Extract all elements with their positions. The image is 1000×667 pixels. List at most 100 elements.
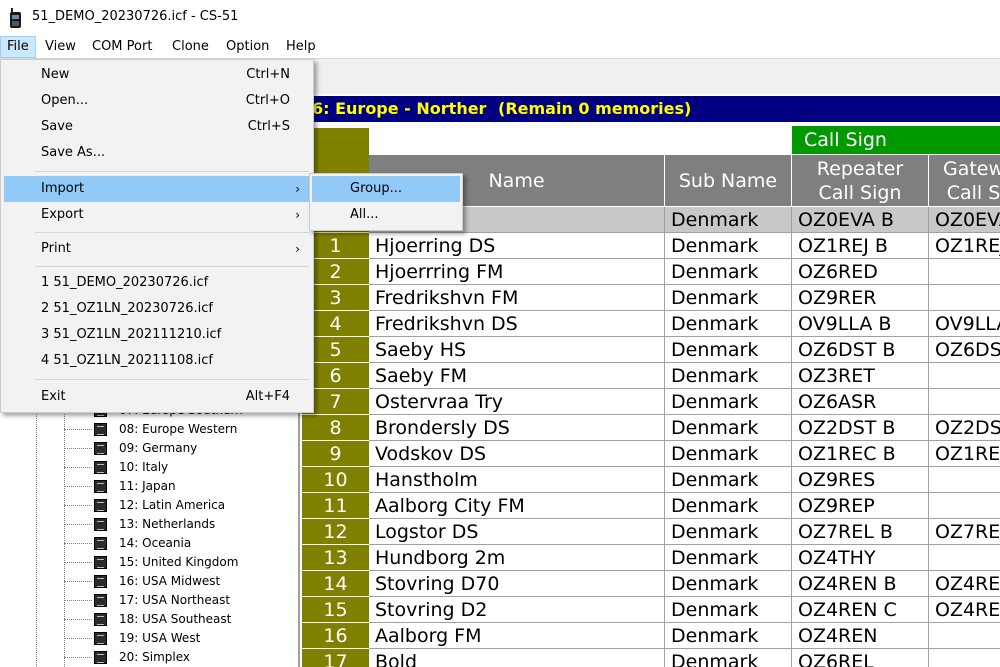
tree-item-group[interactable]: 08: Europe Western: [64, 420, 294, 439]
cell-gateway-callsign[interactable]: OZ1REC: [929, 441, 1000, 467]
menu-item-import-all[interactable]: All...: [312, 202, 460, 228]
menu-item-save[interactable]: Save Ctrl+S: [4, 114, 310, 140]
tree-item-group[interactable]: 17: USA Northeast: [64, 591, 294, 610]
cell-gateway-callsign[interactable]: [929, 259, 1000, 285]
table-row[interactable]: 11 Aalborg City FM Denmark OZ9REP: [302, 493, 1000, 519]
column-header-sub-name[interactable]: Sub Name: [665, 155, 792, 206]
cell-gateway-callsign[interactable]: [929, 649, 1000, 667]
cell-repeater-callsign[interactable]: OZ7REL B: [792, 519, 929, 545]
cell-sub-name[interactable]: Denmark: [665, 363, 792, 389]
row-number[interactable]: 17: [302, 649, 369, 667]
tree-item-group[interactable]: 13: Netherlands: [64, 515, 294, 534]
cell-gateway-callsign[interactable]: [929, 545, 1000, 571]
cell-sub-name[interactable]: Denmark: [665, 415, 792, 441]
cell-gateway-callsign[interactable]: OZ4REN: [929, 597, 1000, 623]
cell-gateway-callsign[interactable]: [929, 623, 1000, 649]
cell-repeater-callsign[interactable]: OZ4REN: [792, 623, 929, 649]
cell-name[interactable]: Hanstholm: [369, 467, 665, 493]
cell-repeater-callsign[interactable]: OZ9RES: [792, 467, 929, 493]
cell-repeater-callsign[interactable]: OZ2DST B: [792, 415, 929, 441]
cell-gateway-callsign[interactable]: OZ6DST: [929, 337, 1000, 363]
tree-item-group[interactable]: 18: USA Southeast: [64, 610, 294, 629]
cell-gateway-callsign[interactable]: OZ2DST: [929, 415, 1000, 441]
menu-help[interactable]: Help: [280, 36, 322, 58]
tree-item-group[interactable]: 15: United Kingdom: [64, 553, 294, 572]
menu-com-port[interactable]: COM Port: [86, 36, 158, 58]
table-row[interactable]: 12Logstor DSDenmarkOZ7REL BOZ7REL: [302, 519, 1000, 545]
cell-sub-name[interactable]: Denmark: [665, 311, 792, 337]
cell-gateway-callsign[interactable]: OZ4REN: [929, 571, 1000, 597]
cell-name[interactable]: Aalborg City FM: [369, 493, 665, 519]
cell-repeater-callsign[interactable]: OZ4THY: [792, 545, 929, 571]
menu-item-new[interactable]: New Ctrl+N: [4, 62, 310, 88]
cell-name[interactable]: Hjoerring DS: [369, 233, 665, 259]
table-row[interactable]: 5Saeby HSDenmarkOZ6DST BOZ6DST: [302, 337, 1000, 363]
cell-name[interactable]: Brondersly DS: [369, 415, 665, 441]
menu-item-export[interactable]: Export ›: [4, 202, 310, 228]
cell-repeater-callsign[interactable]: OZ1REJ B: [792, 233, 929, 259]
cell-sub-name[interactable]: Denmark: [665, 207, 792, 233]
menu-item-save-as[interactable]: Save As...: [4, 140, 310, 166]
table-row[interactable]: 14Stovring D70DenmarkOZ4REN BOZ4REN: [302, 571, 1000, 597]
row-number[interactable]: 13: [302, 545, 369, 571]
cell-gateway-callsign[interactable]: [929, 467, 1000, 493]
menu-item-import-group[interactable]: Group...: [312, 176, 460, 202]
table-row[interactable]: 3 Fredrikshvn FM Denmark OZ9RER: [302, 285, 1000, 311]
cell-name[interactable]: Hundborg 2m: [369, 545, 665, 571]
cell-name[interactable]: Fredrikshvn FM: [369, 285, 665, 311]
cell-name[interactable]: Fredrikshvn DS: [369, 311, 665, 337]
cell-repeater-callsign[interactable]: OZ6ASR: [792, 389, 929, 415]
row-number[interactable]: 10: [302, 467, 369, 493]
table-row[interactable]: 16 Aalborg FM Denmark OZ4REN: [302, 623, 1000, 649]
table-row[interactable]: 17 Bold Denmark OZ6REL: [302, 649, 1000, 667]
row-number[interactable]: 8: [302, 415, 369, 441]
tree-item-group[interactable]: 10: Italy: [64, 458, 294, 477]
menu-item-recent-file[interactable]: 1 51_DEMO_20230726.icf: [4, 270, 310, 296]
cell-sub-name[interactable]: Denmark: [665, 233, 792, 259]
menu-item-recent-file[interactable]: 2 51_OZ1LN_20230726.icf: [4, 296, 310, 322]
cell-sub-name[interactable]: Denmark: [665, 571, 792, 597]
menu-option[interactable]: Option: [220, 36, 275, 58]
cell-gateway-callsign[interactable]: [929, 363, 1000, 389]
cell-sub-name[interactable]: Denmark: [665, 441, 792, 467]
menu-item-recent-file[interactable]: 3 51_OZ1LN_202111210.icf: [4, 322, 310, 348]
menu-item-open[interactable]: Open... Ctrl+O: [4, 88, 310, 114]
cell-name[interactable]: Stovring D70: [369, 571, 665, 597]
cell-gateway-callsign[interactable]: [929, 389, 1000, 415]
cell-repeater-callsign[interactable]: OZ1REC B: [792, 441, 929, 467]
table-row[interactable]: 10 Hanstholm Denmark OZ9RES: [302, 467, 1000, 493]
menu-item-import[interactable]: Import ›: [4, 176, 310, 202]
tree-item-group[interactable]: 11: Japan: [64, 477, 294, 496]
table-row[interactable]: 7 Ostervraa Try Denmark OZ6ASR: [302, 389, 1000, 415]
cell-name[interactable]: Hjoerrring FM: [369, 259, 665, 285]
cell-repeater-callsign[interactable]: OZ9RER: [792, 285, 929, 311]
cell-repeater-callsign[interactable]: OZ4REN C: [792, 597, 929, 623]
table-row[interactable]: 6 Saeby FM Denmark OZ3RET: [302, 363, 1000, 389]
cell-sub-name[interactable]: Denmark: [665, 493, 792, 519]
cell-sub-name[interactable]: Denmark: [665, 467, 792, 493]
cell-name[interactable]: Vodskov DS: [369, 441, 665, 467]
cell-sub-name[interactable]: Denmark: [665, 519, 792, 545]
table-row[interactable]: 2 Hjoerrring FM Denmark OZ6RED: [302, 259, 1000, 285]
cell-sub-name[interactable]: Denmark: [665, 649, 792, 667]
menu-file[interactable]: File: [0, 36, 36, 58]
cell-repeater-callsign[interactable]: OZ6RED: [792, 259, 929, 285]
tree-item-group[interactable]: 12: Latin America: [64, 496, 294, 515]
cell-name[interactable]: Logstor DS: [369, 519, 665, 545]
cell-name[interactable]: Saeby FM: [369, 363, 665, 389]
tree-item-group[interactable]: 16: USA Midwest: [64, 572, 294, 591]
menu-item-print[interactable]: Print ›: [4, 236, 310, 262]
row-number[interactable]: 9: [302, 441, 369, 467]
cell-sub-name[interactable]: Denmark: [665, 389, 792, 415]
cell-name[interactable]: Bold: [369, 649, 665, 667]
menu-view[interactable]: View: [39, 36, 82, 58]
cell-sub-name[interactable]: Denmark: [665, 545, 792, 571]
cell-gateway-callsign[interactable]: OZ7REL: [929, 519, 1000, 545]
table-row[interactable]: 4Fredrikshvn DSDenmarkOV9LLA BOV9LLA: [302, 311, 1000, 337]
tree-item-group[interactable]: 19: USA West: [64, 629, 294, 648]
cell-name[interactable]: Saeby HS: [369, 337, 665, 363]
cell-sub-name[interactable]: Denmark: [665, 337, 792, 363]
menu-item-recent-file[interactable]: 4 51_OZ1LN_20211108.icf: [4, 348, 310, 374]
table-row[interactable]: 9Vodskov DSDenmarkOZ1REC BOZ1REC: [302, 441, 1000, 467]
cell-repeater-callsign[interactable]: OV9LLA B: [792, 311, 929, 337]
